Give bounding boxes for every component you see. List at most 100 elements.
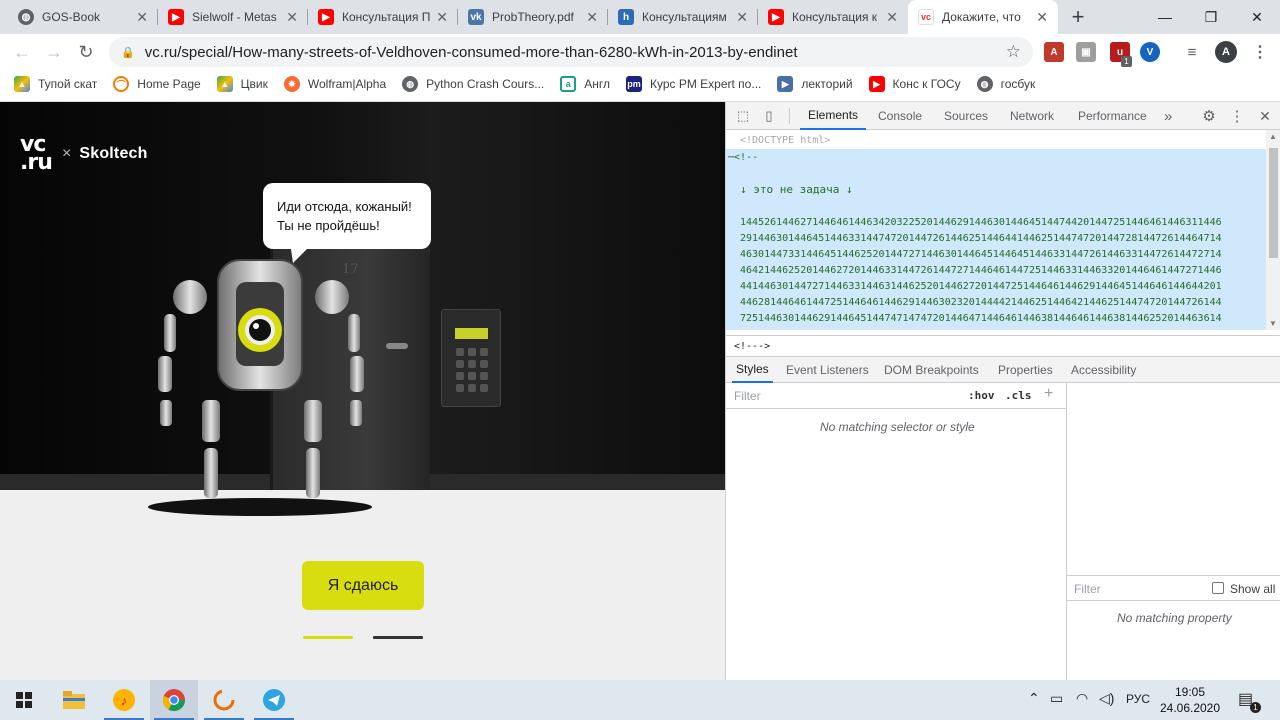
settings-gear-icon[interactable]: ⚙ [1200,107,1218,125]
tab-network[interactable]: Network [1010,102,1054,130]
devtools-menu-icon[interactable]: ⋮ [1228,107,1246,125]
bookmark-pm-expert[interactable]: pm Курс PM Expert по... [625,76,761,92]
styles-filter-input[interactable]: Filter [734,389,761,403]
timer-icon[interactable] [200,680,248,720]
close-tab-icon[interactable]: ✕ [1036,9,1048,26]
bookmark-tsvik[interactable]: ▲ Цвик [216,76,268,92]
show-all-checkbox[interactable] [1212,582,1224,594]
vpn-extension-icon[interactable]: V [1140,42,1160,62]
dictionary-icon: a [560,76,577,92]
close-tab-icon[interactable]: ✕ [736,9,748,26]
tab-event-listeners[interactable]: Event Listeners [786,357,869,383]
bookmark-tupoy-skat[interactable]: ▲ Тупой скат [14,76,97,92]
tab-performance[interactable]: Performance [1078,102,1147,130]
dom-tree[interactable]: <!DOCTYPE html> ⋯<!-- ↓ это не задача ↓ … [726,130,1266,330]
styles-pane: Filter :hov .cls + No matching selector … [726,383,1066,680]
chrome-icon[interactable] [150,680,198,720]
forward-icon[interactable]: → [40,38,68,66]
telegram-icon[interactable] [250,680,298,720]
pdf-extension-icon[interactable]: A [1044,42,1064,62]
address-bar[interactable]: 🔒 vc.ru/special/How-many-streets-of-Veld… [109,37,1033,67]
bookmark-label: Конс к ГОСу [892,77,961,91]
bookmark-python-crash-course[interactable]: ◍ Python Crash Cours... [402,76,544,92]
close-tab-icon[interactable]: ✕ [886,9,898,26]
back-icon[interactable]: ← [8,38,36,66]
close-tab-icon[interactable]: ✕ [436,9,448,26]
show-all-label[interactable]: Show all [1230,582,1275,596]
vc-skoltech-logo[interactable]: vc .ru × Skoltech [20,134,148,174]
music-app-icon[interactable]: ♪ [100,680,148,720]
give-up-button[interactable]: Я сдаюсь [302,561,424,610]
bookmark-angl[interactable]: a Англ [560,76,610,92]
hover-state-toggle[interactable]: :hov [968,389,995,402]
tab-dokazhite-active[interactable]: vc Докажите, что ✕ [908,0,1058,34]
volume-icon[interactable]: ◁) [1099,690,1114,707]
media-control-icon[interactable]: ≡ [1182,42,1202,62]
tab-probtheory[interactable]: vk ProbTheory.pdf ✕ [458,0,608,34]
scroll-down-icon[interactable]: ▼ [1269,319,1277,328]
photo-extension-icon[interactable]: ▣ [1076,42,1096,62]
tab-strip: ◍ GOS-Book ✕ ▶ Sielwolf - Metas ✕ ▶ Конс… [0,0,1280,34]
globe-icon: ◍ [402,76,419,92]
bookmark-home-page[interactable]: ⌒ Home Page [113,76,201,92]
bubble-line-1: Иди отсюда, кожаный! [277,199,412,214]
start-icon[interactable] [0,680,48,720]
class-toggle[interactable]: .cls [1005,389,1032,402]
close-devtools-icon[interactable]: ✕ [1256,107,1274,125]
close-window-icon[interactable]: ✕ [1234,0,1280,34]
no-matching-property: No matching property [1117,611,1232,625]
tab-console[interactable]: Console [878,102,922,130]
tab-konsultatsiya-1[interactable]: ▶ Консультация П ✕ [308,0,458,34]
close-tab-icon[interactable]: ✕ [136,9,148,26]
bookmark-label: Англ [584,77,610,91]
restore-icon[interactable]: ❐ [1188,0,1234,34]
bookmark-star-icon[interactable]: ☆ [1006,42,1021,62]
clock[interactable]: 19:05 24.06.2020 [1158,684,1222,716]
tab-gos-book[interactable]: ◍ GOS-Book ✕ [8,0,158,34]
inspect-element-icon[interactable]: ⬚ [734,107,752,125]
tab-sources[interactable]: Sources [944,102,988,130]
doctype-node[interactable]: <!DOCTYPE html> [740,135,830,146]
chrome-menu-icon[interactable]: ⋮ [1250,42,1270,62]
language-indicator[interactable]: РУС [1126,692,1150,706]
dom-scrollbar-thumb[interactable] [1269,148,1278,258]
minimize-icon[interactable]: — [1142,0,1188,34]
tab-konsultatsiya-2[interactable]: ▶ Консультация к ✕ [758,0,908,34]
bookmark-lektoriy[interactable]: ▶ лекторий [777,76,853,92]
tab-accessibility[interactable]: Accessibility [1071,357,1136,383]
tab-properties[interactable]: Properties [998,357,1053,383]
bookmarks-bar: ▲ Тупой скат ⌒ Home Page ▲ Цвик ✸ Wolfram|Al… [0,70,1280,98]
windows-taskbar: ♪ ⌃ ▭ ◠ ◁) РУС 19:05 24.06.2020 ▤ 1 [0,680,1280,720]
bookmark-kons-k-gosu[interactable]: ▶ Конс к ГОСу [868,76,961,92]
close-tab-icon[interactable]: ✕ [286,9,298,26]
show-hidden-icons-icon[interactable]: ⌃ [1028,690,1040,707]
tab-sielwolf[interactable]: ▶ Sielwolf - Metas ✕ [158,0,308,34]
tab-styles[interactable]: Styles [732,357,773,383]
new-style-rule-icon[interactable]: + [1044,385,1053,403]
wifi-icon[interactable]: ◠ [1076,690,1088,707]
bookmark-label: госбук [1000,77,1036,91]
reload-icon[interactable]: ↻ [72,38,100,66]
lock-icon[interactable]: 🔒 [121,46,135,59]
close-tab-icon[interactable]: ✕ [586,9,598,26]
robot-right-shoulder [315,280,349,314]
scroll-up-icon[interactable]: ▲ [1269,132,1277,141]
computed-pane: Filter Show all No matching property [1066,383,1280,680]
file-explorer-icon[interactable] [50,680,98,720]
bookmark-gosbuk[interactable]: ◍ госбук [976,76,1036,92]
dom-scrollbar[interactable]: ▲ ▼ [1266,130,1280,330]
breadcrumb[interactable]: <!---> [726,335,1280,357]
tab-elements[interactable]: Elements [800,102,867,130]
computed-filter-input[interactable]: Filter [1074,582,1101,596]
battery-icon[interactable]: ▭ [1050,690,1063,707]
pager-step-1[interactable] [303,636,353,639]
more-tabs-icon[interactable]: » [1164,102,1172,130]
tab-dom-breakpoints[interactable]: DOM Breakpoints [884,357,979,383]
new-tab-button[interactable]: + [1056,0,1100,34]
keypad-keys [456,348,488,392]
bookmark-wolfram-alpha[interactable]: ✸ Wolfram|Alpha [283,76,386,92]
tab-konsultatsiyam[interactable]: h Консультациям ✕ [608,0,758,34]
device-toolbar-icon[interactable]: ▯ [760,107,778,125]
profile-avatar[interactable]: A [1215,41,1237,63]
pager-step-2[interactable] [373,636,423,639]
